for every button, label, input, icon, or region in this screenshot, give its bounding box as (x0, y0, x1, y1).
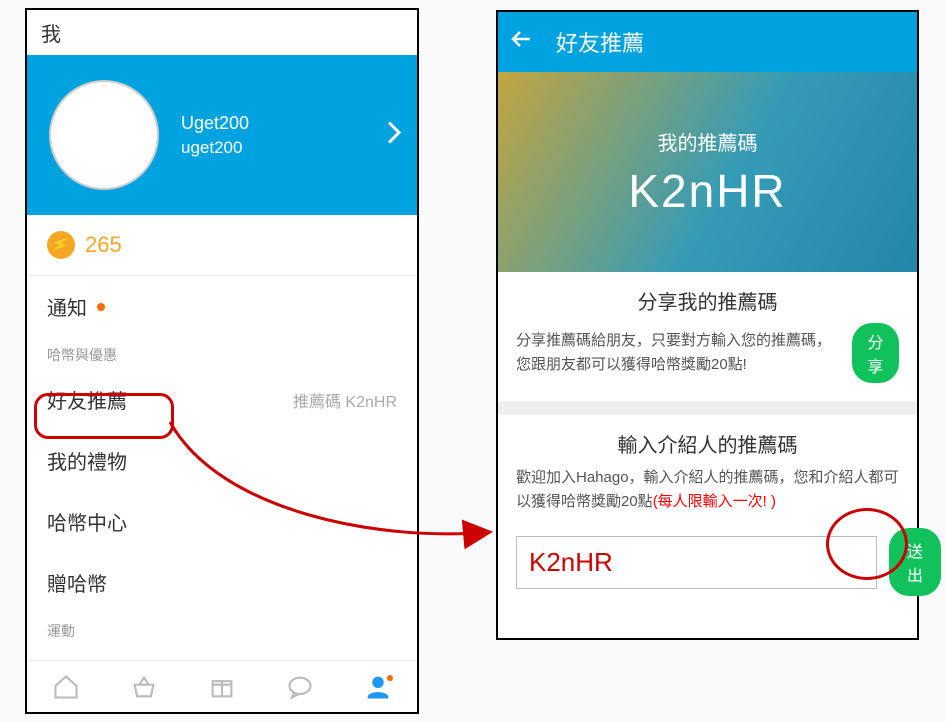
my-gifts-label: 我的禮物 (47, 446, 127, 475)
refer-friends-row[interactable]: 好友推薦 推薦碼 K2nHR (27, 369, 417, 430)
page-title: 我 (27, 10, 417, 55)
enter-warn: (每人限輸入一次! ) (653, 493, 776, 510)
username: Uget200 (181, 113, 249, 134)
coin-center-label: 哈幣中心 (47, 507, 127, 536)
submit-button[interactable]: 送出 (889, 528, 941, 596)
refer-code-input[interactable] (516, 536, 877, 589)
enter-card: 輸入介紹人的推薦碼 歡迎加入Hahago，輸入介紹人的推薦碼，您和介紹人都可以獲… (498, 415, 917, 614)
refer-code-sub: 推薦碼 K2nHR (293, 388, 397, 412)
coin-center-row[interactable]: 哈幣中心 (27, 491, 417, 552)
unread-dot-icon (97, 303, 105, 311)
userid: uget200 (181, 138, 249, 158)
tab-home[interactable] (27, 661, 105, 712)
back-button[interactable] (510, 27, 534, 57)
tab-basket[interactable] (105, 661, 183, 712)
refer-friends-label: 好友推薦 (47, 385, 127, 414)
coins-row[interactable]: ⚡ 265 (27, 215, 417, 276)
coin-balance: 265 (85, 232, 122, 258)
share-body: 分享推薦碼給朋友，只要對方輸入您的推薦碼，您跟朋友都可以獲得哈幣獎勵20點! (516, 329, 840, 377)
share-card: 分享我的推薦碼 分享推薦碼給朋友，只要對方輸入您的推薦碼，您跟朋友都可以獲得哈幣… (498, 272, 917, 415)
hero-label: 我的推薦碼 (658, 127, 758, 156)
give-coins-label: 贈哈幣 (47, 568, 107, 597)
header-bar: 好友推薦 (498, 12, 917, 72)
coin-icon: ⚡ (47, 231, 75, 259)
header-title: 好友推薦 (556, 26, 644, 58)
hero-code: K2nHR (628, 164, 786, 218)
tab-chat[interactable] (261, 661, 339, 712)
notifications-label: 通知 (47, 292, 87, 321)
tab-me[interactable] (339, 661, 417, 712)
my-gifts-row[interactable]: 我的禮物 (27, 430, 417, 491)
section-sport: 運動 (27, 613, 417, 645)
hero-banner: 我的推薦碼 K2nHR (498, 72, 917, 272)
tab-gift[interactable] (183, 661, 261, 712)
chevron-right-icon (385, 119, 403, 152)
phone-a-frame: 我 Uget200 uget200 ⚡ 265 通知 哈幣與優惠 好友推薦 推薦… (25, 8, 419, 714)
avatar (49, 80, 159, 190)
share-button[interactable]: 分享 (852, 323, 899, 383)
give-coins-row[interactable]: 贈哈幣 (27, 552, 417, 613)
profile-names: Uget200 uget200 (181, 113, 249, 158)
notification-dot-icon (387, 675, 393, 681)
tab-bar (27, 660, 417, 712)
share-title: 分享我的推薦碼 (516, 286, 899, 315)
enter-body: 歡迎加入Hahago，輸入介紹人的推薦碼，您和介紹人都可以獲得哈幣獎勵20點(每… (516, 466, 899, 514)
profile-banner[interactable]: Uget200 uget200 (27, 55, 417, 215)
notifications-row[interactable]: 通知 (27, 276, 417, 337)
section-coins: 哈幣與優惠 (27, 337, 417, 369)
enter-title: 輸入介紹人的推薦碼 (516, 429, 899, 458)
phone-b-frame: 好友推薦 我的推薦碼 K2nHR 分享我的推薦碼 分享推薦碼給朋友，只要對方輸入… (496, 10, 919, 640)
